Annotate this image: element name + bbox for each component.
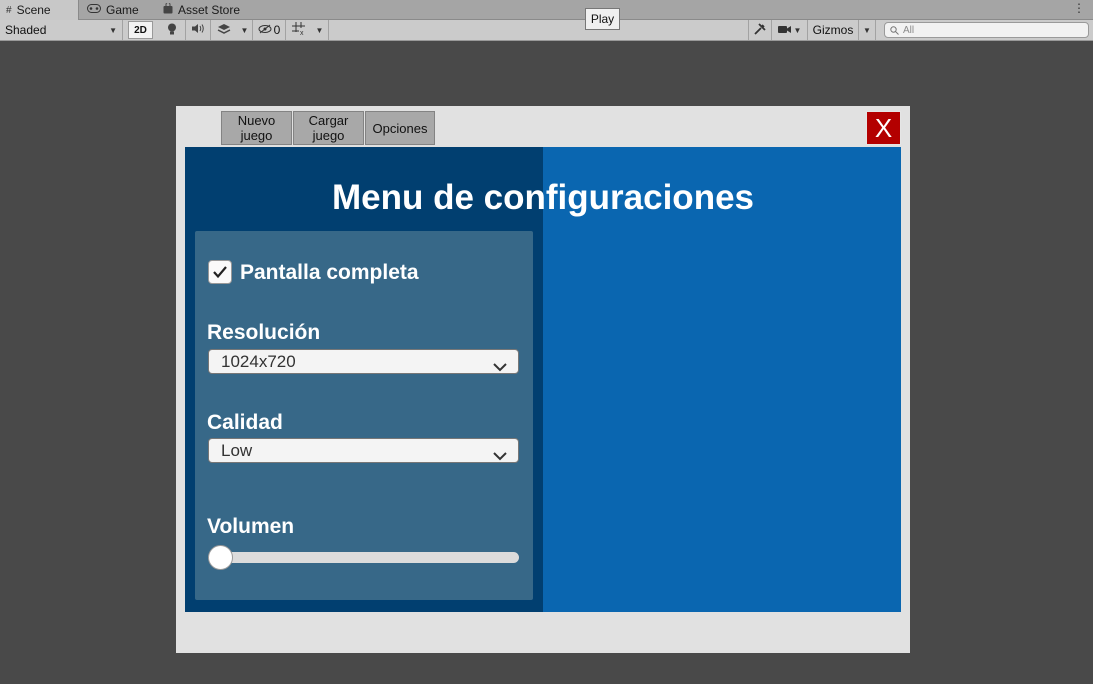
quality-label: Calidad (207, 411, 283, 434)
lighting-toggle[interactable] (159, 20, 186, 40)
kebab-menu-icon[interactable]: ⋮ (1073, 1, 1085, 15)
volume-label: Volumen (207, 515, 295, 538)
resolution-value: 1024x720 (221, 351, 296, 371)
fullscreen-checkbox[interactable] (208, 260, 232, 284)
gizmos-button[interactable]: Gizmos (808, 20, 858, 40)
tab-asset-store-label: Asset Store (178, 3, 241, 17)
grid-snap-icon: x (292, 22, 306, 38)
audio-toggle[interactable] (186, 20, 211, 40)
gizmos-dropdown[interactable]: ▼ (858, 20, 876, 40)
quality-dropdown[interactable]: Low (208, 438, 519, 463)
fullscreen-label: Pantalla completa (240, 261, 419, 284)
resolution-dropdown[interactable]: 1024x720 (208, 349, 519, 374)
nuevo-juego-button[interactable]: Nuevo juego (221, 111, 292, 145)
tab-game-label: Game (106, 3, 139, 17)
gamepad-icon (87, 4, 101, 16)
tab-scene-label: Scene (16, 3, 51, 17)
tab-scene[interactable]: # Scene (0, 0, 79, 20)
hidden-objects-toggle[interactable]: 0 (253, 20, 286, 40)
settings-box: Pantalla completa Resolución 1024x720 Ca… (195, 231, 533, 600)
chevron-down-icon: ▼ (240, 25, 249, 35)
chevron-down-icon: ▼ (793, 25, 802, 35)
page-title: Menu de configuraciones (332, 178, 754, 217)
quality-value: Low (221, 440, 253, 460)
chevron-down-icon: ▼ (863, 25, 871, 35)
eye-slash-icon (258, 23, 272, 37)
opciones-button[interactable]: Opciones (365, 111, 435, 145)
search-input[interactable]: All (884, 22, 1089, 38)
lightbulb-icon (167, 23, 177, 38)
effects-dropdown[interactable]: ▼ (237, 20, 253, 40)
cargar-juego-button[interactable]: Cargar juego (293, 111, 364, 145)
grid-dropdown[interactable]: ▼ (311, 20, 329, 40)
svg-text:x: x (300, 30, 304, 35)
toggle-2d-button[interactable]: 2D (128, 21, 153, 39)
hidden-count: 0 (273, 23, 281, 37)
volume-slider-track[interactable] (208, 552, 519, 563)
camera-icon (777, 23, 791, 37)
grid-icon: # (6, 4, 12, 16)
checkmark-icon (212, 265, 228, 279)
tools-icon (754, 22, 766, 38)
tab-asset-store[interactable]: Asset Store (157, 0, 252, 20)
camera-dropdown[interactable]: ▼ (772, 20, 808, 40)
chevron-down-icon (493, 357, 507, 377)
search-icon (890, 25, 899, 35)
bag-icon (163, 2, 173, 17)
draw-mode-dropdown[interactable]: Shaded ▼ (0, 20, 123, 40)
speaker-icon (191, 23, 205, 37)
search-placeholder: All (903, 24, 915, 36)
game-canvas: Nuevo juego Cargar juego Opciones X Menu d… (176, 106, 910, 653)
chevron-down-icon (493, 446, 507, 466)
layers-icon (217, 23, 231, 38)
close-button[interactable]: X (866, 111, 901, 145)
tools-button[interactable] (748, 20, 772, 40)
tab-game[interactable]: Game (81, 0, 153, 20)
chevron-down-icon: ▼ (109, 26, 117, 35)
grid-snap-toggle[interactable]: x (287, 20, 311, 40)
play-tooltip: Play (585, 8, 620, 30)
editor-tab-bar: # Scene Game Asset Store ⋮ (0, 0, 1093, 20)
chevron-down-icon: ▼ (315, 25, 324, 35)
resolution-label: Resolución (207, 321, 321, 344)
scene-toolbar: Shaded ▼ 2D ▼ 0 x ▼ ▼ Gizmos ▼ All (0, 20, 1093, 41)
volume-slider-handle[interactable] (208, 545, 233, 570)
effects-toggle[interactable] (211, 20, 237, 40)
draw-mode-value: Shaded (5, 23, 47, 37)
